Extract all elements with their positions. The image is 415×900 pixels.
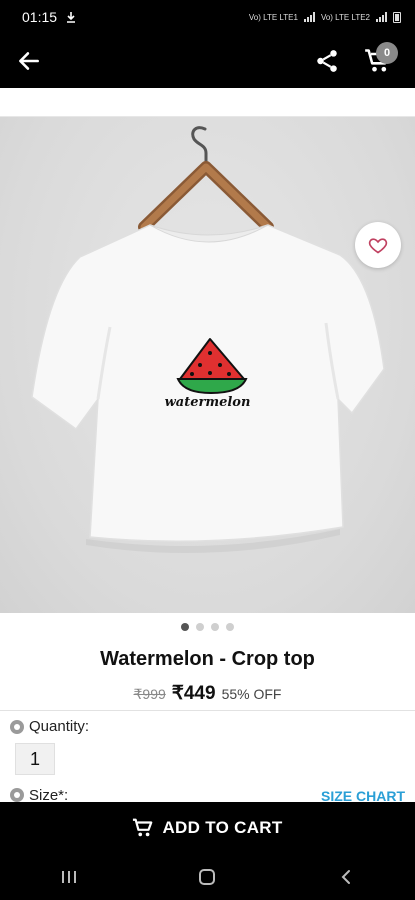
cart-icon: [133, 818, 153, 837]
quantity-selector[interactable]: 1: [15, 743, 55, 775]
recent-apps-button[interactable]: [49, 862, 89, 892]
radio-indicator-icon: [10, 719, 24, 734]
status-left: 01:15: [22, 9, 77, 25]
carousel-dot-4[interactable]: [226, 623, 234, 631]
share-icon: [317, 50, 337, 72]
heart-outline-icon: [368, 238, 388, 254]
status-right: Vo) LTE LTE1 Vo) LTE LTE2: [248, 11, 401, 23]
header-spacer: [0, 88, 415, 117]
add-to-cart-label: ADD TO CART: [162, 818, 283, 837]
discount-label: 55% OFF: [221, 686, 282, 702]
quantity-label: Quantity:: [29, 718, 90, 735]
system-nav-bar: [0, 854, 415, 900]
price-row: ₹999 ₹449 55% OFF: [0, 682, 415, 705]
cart-count-badge: 0: [376, 42, 398, 64]
download-icon: [67, 12, 76, 23]
divider: [0, 710, 415, 711]
signal-icon-2: [376, 12, 387, 22]
battery-icon: [393, 11, 401, 23]
share-button[interactable]: [314, 48, 340, 74]
carousel-dot-1[interactable]: [181, 623, 189, 631]
system-back-button[interactable]: [326, 862, 366, 892]
app-bar: 0: [0, 34, 415, 88]
home-icon: [199, 869, 216, 885]
network-label-2: Vo) LTE LTE2: [320, 12, 370, 22]
chevron-left-icon: [341, 870, 350, 884]
radio-indicator-icon: [10, 788, 24, 802]
print-text: watermelon: [164, 395, 251, 410]
recent-apps-icon: [62, 871, 77, 883]
sale-price: ₹449: [171, 683, 216, 704]
size-label: Size*:: [29, 786, 69, 804]
home-button[interactable]: [187, 862, 227, 892]
carousel-indicator: [0, 623, 415, 631]
add-to-cart-button[interactable]: ADD TO CART: [0, 802, 415, 854]
quantity-label-row: Quantity:: [10, 718, 89, 735]
status-bar: 01:15 Vo) LTE LTE1 Vo) LTE LTE2: [0, 0, 415, 34]
status-time: 01:15: [22, 9, 58, 25]
arrow-left-icon: [19, 52, 39, 70]
carousel-dot-2[interactable]: [196, 623, 204, 631]
signal-icon-1: [303, 12, 315, 22]
carousel-dot-3[interactable]: [211, 623, 219, 631]
network-label-1: Vo) LTE LTE1: [248, 12, 298, 22]
wishlist-button[interactable]: [355, 222, 401, 268]
product-image[interactable]: watermelon: [0, 117, 415, 613]
back-button[interactable]: [16, 48, 42, 74]
tshirt-illustration: [31, 126, 385, 553]
product-title: Watermelon - Crop top: [100, 648, 315, 670]
original-price: ₹999: [133, 686, 166, 702]
